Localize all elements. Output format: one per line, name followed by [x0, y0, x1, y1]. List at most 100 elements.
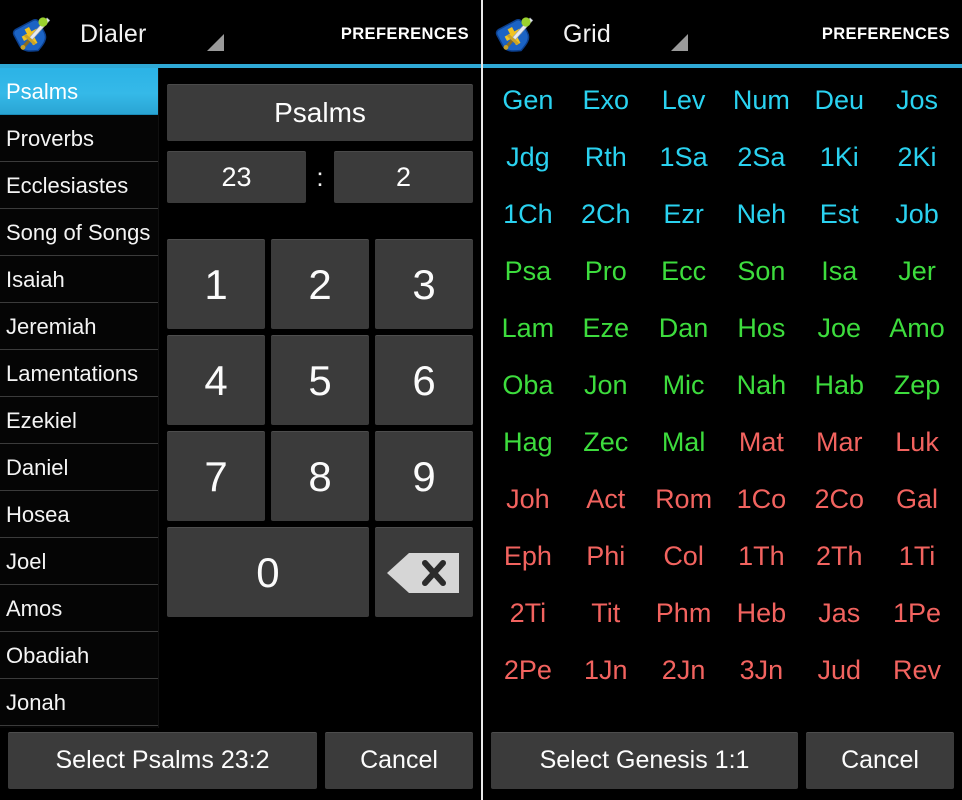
grid-book-Jud[interactable]: Jud: [800, 642, 878, 699]
grid-book-Jer[interactable]: Jer: [878, 243, 956, 300]
grid-book-Mal[interactable]: Mal: [645, 414, 723, 471]
keypad-key-0[interactable]: 0: [167, 527, 369, 617]
grid-book-Ecc[interactable]: Ecc: [645, 243, 723, 300]
book-list-item[interactable]: Isaiah: [0, 256, 158, 303]
grid-book-2Ki[interactable]: 2Ki: [878, 129, 956, 186]
book-list-item[interactable]: Song of Songs: [0, 209, 158, 256]
grid-book-Lev[interactable]: Lev: [645, 72, 723, 129]
book-list-item[interactable]: Lamentations: [0, 350, 158, 397]
grid-book-Col[interactable]: Col: [645, 528, 723, 585]
grid-book-Son[interactable]: Son: [722, 243, 800, 300]
keypad-key-8[interactable]: 8: [271, 431, 369, 521]
grid-book-2Jn[interactable]: 2Jn: [645, 642, 723, 699]
grid-book-Jos[interactable]: Jos: [878, 72, 956, 129]
grid-book-Hag[interactable]: Hag: [489, 414, 567, 471]
grid-book-1Ki[interactable]: 1Ki: [800, 129, 878, 186]
cancel-button[interactable]: Cancel: [806, 731, 954, 789]
grid-book-Rev[interactable]: Rev: [878, 642, 956, 699]
grid-book-Jon[interactable]: Jon: [567, 357, 645, 414]
grid-book-2Th[interactable]: 2Th: [800, 528, 878, 585]
grid-book-Phi[interactable]: Phi: [567, 528, 645, 585]
book-list-item[interactable]: Amos: [0, 585, 158, 632]
grid-book-Act[interactable]: Act: [567, 471, 645, 528]
grid-book-Jdg[interactable]: Jdg: [489, 129, 567, 186]
grid-book-1Pe[interactable]: 1Pe: [878, 585, 956, 642]
grid-book-Mar[interactable]: Mar: [800, 414, 878, 471]
grid-book-1Ch[interactable]: 1Ch: [489, 186, 567, 243]
grid-book-2Ti[interactable]: 2Ti: [489, 585, 567, 642]
cancel-button[interactable]: Cancel: [325, 731, 473, 789]
grid-book-Est[interactable]: Est: [800, 186, 878, 243]
book-list-item[interactable]: Ecclesiastes: [0, 162, 158, 209]
grid-book-Hab[interactable]: Hab: [800, 357, 878, 414]
preferences-button[interactable]: PREFERENCES: [341, 25, 469, 44]
book-field[interactable]: Psalms: [167, 84, 473, 141]
grid-book-Dan[interactable]: Dan: [645, 300, 723, 357]
keypad-key-4[interactable]: 4: [167, 335, 265, 425]
grid-book-Tit[interactable]: Tit: [567, 585, 645, 642]
grid-book-Oba[interactable]: Oba: [489, 357, 567, 414]
book-list-item[interactable]: Daniel: [0, 444, 158, 491]
grid-book-Amo[interactable]: Amo: [878, 300, 956, 357]
backspace-icon[interactable]: [374, 527, 473, 617]
grid-book-Zep[interactable]: Zep: [878, 357, 956, 414]
grid-book-1Jn[interactable]: 1Jn: [567, 642, 645, 699]
book-list[interactable]: Psalms Proverbs Ecclesiastes Song of Songs I…: [0, 68, 159, 728]
select-reference-button[interactable]: Select Psalms 23:2: [8, 731, 317, 789]
grid-book-1Ti[interactable]: 1Ti: [878, 528, 956, 585]
grid-book-1Co[interactable]: 1Co: [722, 471, 800, 528]
grid-book-2Co[interactable]: 2Co: [800, 471, 878, 528]
grid-book-Heb[interactable]: Heb: [722, 585, 800, 642]
chapter-field[interactable]: 23: [167, 151, 306, 203]
grid-book-Pro[interactable]: Pro: [567, 243, 645, 300]
book-list-item[interactable]: Hosea: [0, 491, 158, 538]
grid-book-Nah[interactable]: Nah: [722, 357, 800, 414]
grid-book-Mat[interactable]: Mat: [722, 414, 800, 471]
keypad-key-1[interactable]: 1: [167, 239, 265, 329]
preferences-button[interactable]: PREFERENCES: [822, 25, 950, 44]
keypad-key-5[interactable]: 5: [271, 335, 369, 425]
dropdown-triangle-icon[interactable]: [671, 33, 689, 51]
grid-book-Ezr[interactable]: Ezr: [645, 186, 723, 243]
grid-book-1Sa[interactable]: 1Sa: [645, 129, 723, 186]
grid-book-Jas[interactable]: Jas: [800, 585, 878, 642]
grid-book-Joh[interactable]: Joh: [489, 471, 567, 528]
grid-book-2Pe[interactable]: 2Pe: [489, 642, 567, 699]
grid-book-1Th[interactable]: 1Th: [722, 528, 800, 585]
grid-book-Isa[interactable]: Isa: [800, 243, 878, 300]
grid-book-Job[interactable]: Job: [878, 186, 956, 243]
keypad-key-2[interactable]: 2: [271, 239, 369, 329]
book-list-item[interactable]: Ezekiel: [0, 397, 158, 444]
book-list-item[interactable]: Joel: [0, 538, 158, 585]
dropdown-triangle-icon[interactable]: [206, 33, 224, 51]
grid-book-2Sa[interactable]: 2Sa: [722, 129, 800, 186]
select-reference-button[interactable]: Select Genesis 1:1: [491, 731, 798, 789]
grid-book-Lam[interactable]: Lam: [489, 300, 567, 357]
grid-book-Rth[interactable]: Rth: [567, 129, 645, 186]
book-list-item[interactable]: Proverbs: [0, 115, 158, 162]
grid-book-Joe[interactable]: Joe: [800, 300, 878, 357]
book-list-item[interactable]: Jeremiah: [0, 303, 158, 350]
keypad-key-6[interactable]: 6: [375, 335, 473, 425]
grid-book-Psa[interactable]: Psa: [489, 243, 567, 300]
grid-book-2Ch[interactable]: 2Ch: [567, 186, 645, 243]
grid-book-Mic[interactable]: Mic: [645, 357, 723, 414]
grid-book-Exo[interactable]: Exo: [567, 72, 645, 129]
grid-book-3Jn[interactable]: 3Jn: [722, 642, 800, 699]
grid-book-Deu[interactable]: Deu: [800, 72, 878, 129]
grid-book-Hos[interactable]: Hos: [722, 300, 800, 357]
grid-book-Gen[interactable]: Gen: [489, 72, 567, 129]
grid-book-Zec[interactable]: Zec: [567, 414, 645, 471]
grid-book-Luk[interactable]: Luk: [878, 414, 956, 471]
book-list-item[interactable]: Obadiah: [0, 632, 158, 679]
book-list-item[interactable]: Psalms: [0, 68, 158, 115]
grid-book-Neh[interactable]: Neh: [722, 186, 800, 243]
grid-book-Gal[interactable]: Gal: [878, 471, 956, 528]
verse-field[interactable]: 2: [334, 151, 473, 203]
grid-book-Eph[interactable]: Eph: [489, 528, 567, 585]
keypad-key-3[interactable]: 3: [375, 239, 473, 329]
grid-book-Rom[interactable]: Rom: [645, 471, 723, 528]
grid-book-Eze[interactable]: Eze: [567, 300, 645, 357]
grid-book-Phm[interactable]: Phm: [645, 585, 723, 642]
grid-book-Num[interactable]: Num: [722, 72, 800, 129]
